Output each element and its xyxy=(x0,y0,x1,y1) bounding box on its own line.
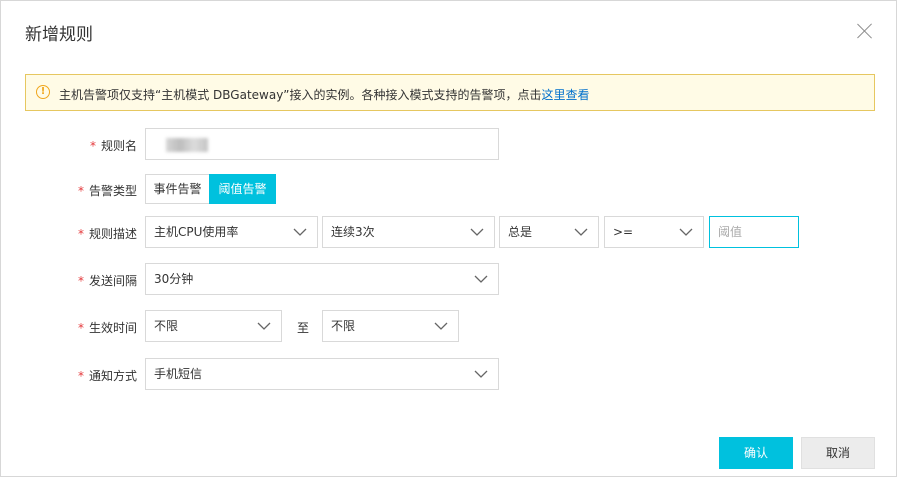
confirm-button[interactable]: 确认 xyxy=(719,437,793,469)
required-mark: * xyxy=(77,321,84,335)
threshold-input[interactable] xyxy=(709,216,799,248)
redacted-value xyxy=(166,138,208,152)
operator-select[interactable]: >= xyxy=(604,216,704,248)
times-select-value: 连续3次 xyxy=(331,225,375,239)
notify-method-value: 手机短信 xyxy=(154,367,203,381)
event-alarm-option[interactable]: 事件告警 xyxy=(145,174,210,204)
chevron-down-icon xyxy=(474,275,488,283)
notify-method-select[interactable]: 手机短信 xyxy=(145,358,499,390)
required-mark: * xyxy=(77,369,84,383)
mode-select[interactable]: 总是 xyxy=(499,216,599,248)
chevron-down-icon xyxy=(474,370,488,378)
chevron-down-icon xyxy=(257,322,271,330)
dialog-title: 新增规则 xyxy=(25,25,93,45)
effective-from-select[interactable]: 不限 xyxy=(145,310,282,342)
send-interval-select[interactable]: 30分钟 xyxy=(145,263,499,295)
required-mark: * xyxy=(77,227,84,241)
send-interval-label: * 发送间隔 xyxy=(77,274,137,288)
required-mark: * xyxy=(77,274,84,288)
required-mark: * xyxy=(89,139,96,153)
chevron-down-icon xyxy=(574,228,588,236)
chevron-down-icon xyxy=(679,228,693,236)
rule-name-input[interactable] xyxy=(145,128,499,160)
to-label: 至 xyxy=(297,321,310,335)
effective-to-value: 不限 xyxy=(331,319,356,333)
operator-select-value: >= xyxy=(613,225,634,239)
notice-text: 主机告警项仅支持“主机模式 DBGateway”接入的实例。各种接入模式支持的告… xyxy=(59,86,590,103)
notify-method-label: * 通知方式 xyxy=(77,369,137,383)
times-select[interactable]: 连续3次 xyxy=(322,216,495,248)
alarm-type-label: * 告警类型 xyxy=(77,184,137,198)
close-icon[interactable] xyxy=(855,21,875,41)
threshold-alarm-option[interactable]: 阈值告警 xyxy=(209,174,276,204)
metric-select[interactable]: 主机CPU使用率 xyxy=(145,216,318,248)
notice-message: 主机告警项仅支持“主机模式 DBGateway”接入的实例。各种接入模式支持的告… xyxy=(59,88,542,102)
required-mark: * xyxy=(77,184,84,198)
effective-time-label: * 生效时间 xyxy=(77,321,137,335)
add-rule-dialog: 新增规则 ! 主机告警项仅支持“主机模式 DBGateway”接入的实例。各种接… xyxy=(0,0,897,477)
mode-select-value: 总是 xyxy=(508,225,533,239)
cancel-button[interactable]: 取消 xyxy=(801,437,875,469)
rule-desc-label: * 规则描述 xyxy=(77,227,137,241)
metric-select-value: 主机CPU使用率 xyxy=(154,225,239,239)
warning-icon: ! xyxy=(36,85,50,99)
rule-name-label: * 规则名 xyxy=(89,139,137,153)
effective-from-value: 不限 xyxy=(154,319,179,333)
notice-banner: ! 主机告警项仅支持“主机模式 DBGateway”接入的实例。各种接入模式支持… xyxy=(25,74,875,111)
chevron-down-icon xyxy=(434,322,448,330)
view-here-link[interactable]: 这里查看 xyxy=(542,88,590,102)
effective-to-select[interactable]: 不限 xyxy=(322,310,459,342)
chevron-down-icon xyxy=(470,228,484,236)
send-interval-value: 30分钟 xyxy=(154,272,194,286)
chevron-down-icon xyxy=(293,228,307,236)
